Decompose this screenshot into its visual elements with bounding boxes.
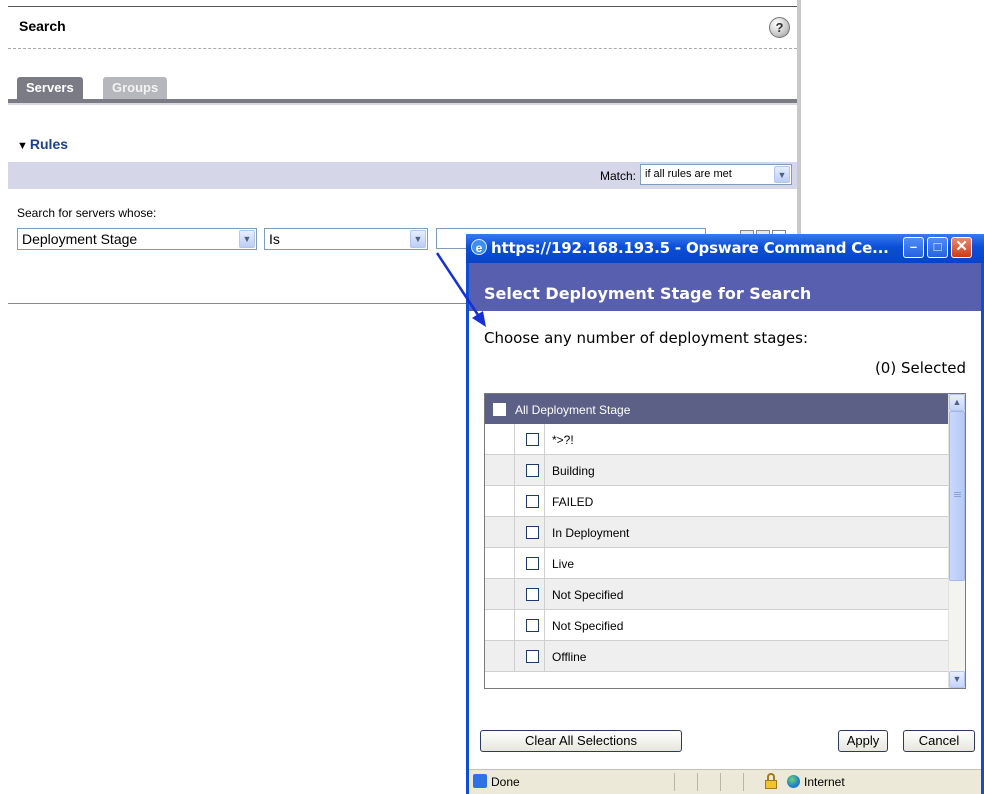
tab-servers[interactable]: Servers <box>17 77 83 99</box>
list-item: Building <box>485 455 948 486</box>
list-scrollbar[interactable]: ▲ ▼ <box>948 394 965 688</box>
stage-checkbox[interactable] <box>526 557 539 570</box>
globe-icon <box>787 775 800 788</box>
stage-label: Offline <box>552 650 587 664</box>
stage-checkbox[interactable] <box>526 464 539 477</box>
rule-field-value: Deployment Stage <box>22 231 138 247</box>
tab-groups[interactable]: Groups <box>103 77 168 99</box>
stage-checkbox[interactable] <box>526 619 539 632</box>
window-title: https://192.168.193.5 - Opsware Command … <box>491 239 889 257</box>
window-titlebar[interactable]: e https://192.168.193.5 - Opsware Comman… <box>466 234 984 263</box>
selected-count: (0) Selected <box>874 359 966 377</box>
top-divider <box>8 6 797 7</box>
chevron-down-icon[interactable]: ▼ <box>239 230 255 248</box>
browser-icon: e <box>471 239 487 255</box>
stage-label: In Deployment <box>552 526 630 540</box>
stage-checkbox[interactable] <box>526 650 539 663</box>
stage-label: Live <box>552 557 575 571</box>
rule-operator-value: Is <box>269 231 280 247</box>
stage-rows: *>?! Building FAILED In Deployment Live … <box>485 424 948 672</box>
apply-button[interactable]: Apply <box>838 730 888 752</box>
match-bar: Match: if all rules are met ▼ <box>8 162 797 189</box>
scroll-up-icon[interactable]: ▲ <box>949 394 965 411</box>
clear-all-selections-button[interactable]: Clear All Selections <box>480 730 682 752</box>
chevron-down-icon[interactable]: ▼ <box>410 230 426 248</box>
list-item: Live <box>485 548 948 579</box>
maximize-button[interactable]: □ <box>927 237 948 258</box>
list-item: Not Specified <box>485 610 948 641</box>
status-text: Done <box>491 775 520 789</box>
page-title: Search <box>19 18 66 34</box>
instruction-text: Choose any number of deployment stages: <box>484 329 809 347</box>
lock-icon <box>765 773 779 789</box>
scroll-thumb[interactable] <box>949 411 965 581</box>
chevron-down-icon[interactable]: ▼ <box>774 166 790 183</box>
stage-label: *>?! <box>552 433 574 447</box>
scroll-down-icon[interactable]: ▼ <box>949 671 965 688</box>
help-icon[interactable]: ? <box>769 17 790 38</box>
match-select-value: if all rules are met <box>645 168 732 180</box>
security-zone: Internet <box>804 775 845 789</box>
popup-header: Select Deployment Stage for Search <box>469 263 981 311</box>
stage-label: Not Specified <box>552 619 624 633</box>
search-for-label: Search for servers whose: <box>17 206 157 220</box>
list-header: All Deployment Stage <box>485 394 948 424</box>
window-frame-left <box>466 263 469 794</box>
stage-label: Not Specified <box>552 588 624 602</box>
minimize-button[interactable]: – <box>903 237 924 258</box>
rule-field-select[interactable]: Deployment Stage ▼ <box>17 228 257 250</box>
deployment-stage-popup: e https://192.168.193.5 - Opsware Comman… <box>466 234 984 794</box>
page-done-icon <box>473 774 487 788</box>
list-item: Offline <box>485 641 948 672</box>
select-all-checkbox[interactable] <box>493 403 506 416</box>
list-item: In Deployment <box>485 517 948 548</box>
rules-heading: Rules <box>29 136 69 152</box>
stage-checkbox[interactable] <box>526 433 539 446</box>
list-item: FAILED <box>485 486 948 517</box>
list-item: Not Specified <box>485 579 948 610</box>
stage-checkbox[interactable] <box>526 495 539 508</box>
stage-checkbox[interactable] <box>526 588 539 601</box>
stage-list: All Deployment Stage *>?! Building FAILE… <box>484 393 966 689</box>
status-bar: Done Internet <box>469 769 981 794</box>
stage-label: Building <box>552 464 595 478</box>
tab-underline-shadow <box>8 103 797 105</box>
cancel-button[interactable]: Cancel <box>903 730 975 752</box>
close-icon[interactable]: ✕ <box>951 237 972 258</box>
title-divider <box>8 48 797 49</box>
match-select[interactable]: if all rules are met ▼ <box>640 164 792 185</box>
stage-label: FAILED <box>552 495 594 509</box>
list-header-label: All Deployment Stage <box>515 403 631 417</box>
triangle-down-icon: ▼ <box>17 140 28 152</box>
rules-section-toggle[interactable]: ▼ Rules <box>17 136 68 152</box>
stage-checkbox[interactable] <box>526 526 539 539</box>
popup-heading: Select Deployment Stage for Search <box>484 284 812 303</box>
list-item: *>?! <box>485 424 948 455</box>
match-label: Match: <box>600 169 637 183</box>
rule-operator-select[interactable]: Is ▼ <box>264 228 428 250</box>
